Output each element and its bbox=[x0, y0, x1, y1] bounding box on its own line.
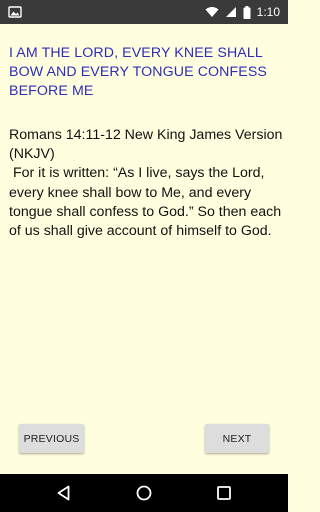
status-time: 1:10 bbox=[256, 5, 280, 19]
content-area: I AM THE LORD, EVERY KNEE SHALL BOW AND … bbox=[0, 24, 288, 474]
passage: Romans 14:11-12 New King James Version (… bbox=[9, 126, 283, 241]
verse-title: I AM THE LORD, EVERY KNEE SHALL BOW AND … bbox=[9, 45, 267, 99]
verse-text: For it is written: “As I live, says the … bbox=[9, 165, 286, 240]
wifi-icon bbox=[205, 6, 219, 18]
verse-reference: Romans 14:11-12 New King James Version (… bbox=[9, 127, 283, 163]
previous-button[interactable]: PREVIOUS bbox=[19, 424, 84, 453]
battery-icon bbox=[243, 5, 251, 19]
home-icon[interactable] bbox=[134, 483, 154, 503]
status-bar: 1:10 bbox=[0, 0, 288, 24]
photo-icon bbox=[8, 6, 22, 18]
navigation-bar bbox=[0, 474, 288, 512]
back-icon[interactable] bbox=[54, 483, 74, 503]
signal-icon bbox=[225, 6, 237, 18]
recents-icon[interactable] bbox=[214, 483, 234, 503]
next-button[interactable]: NEXT bbox=[205, 424, 269, 453]
